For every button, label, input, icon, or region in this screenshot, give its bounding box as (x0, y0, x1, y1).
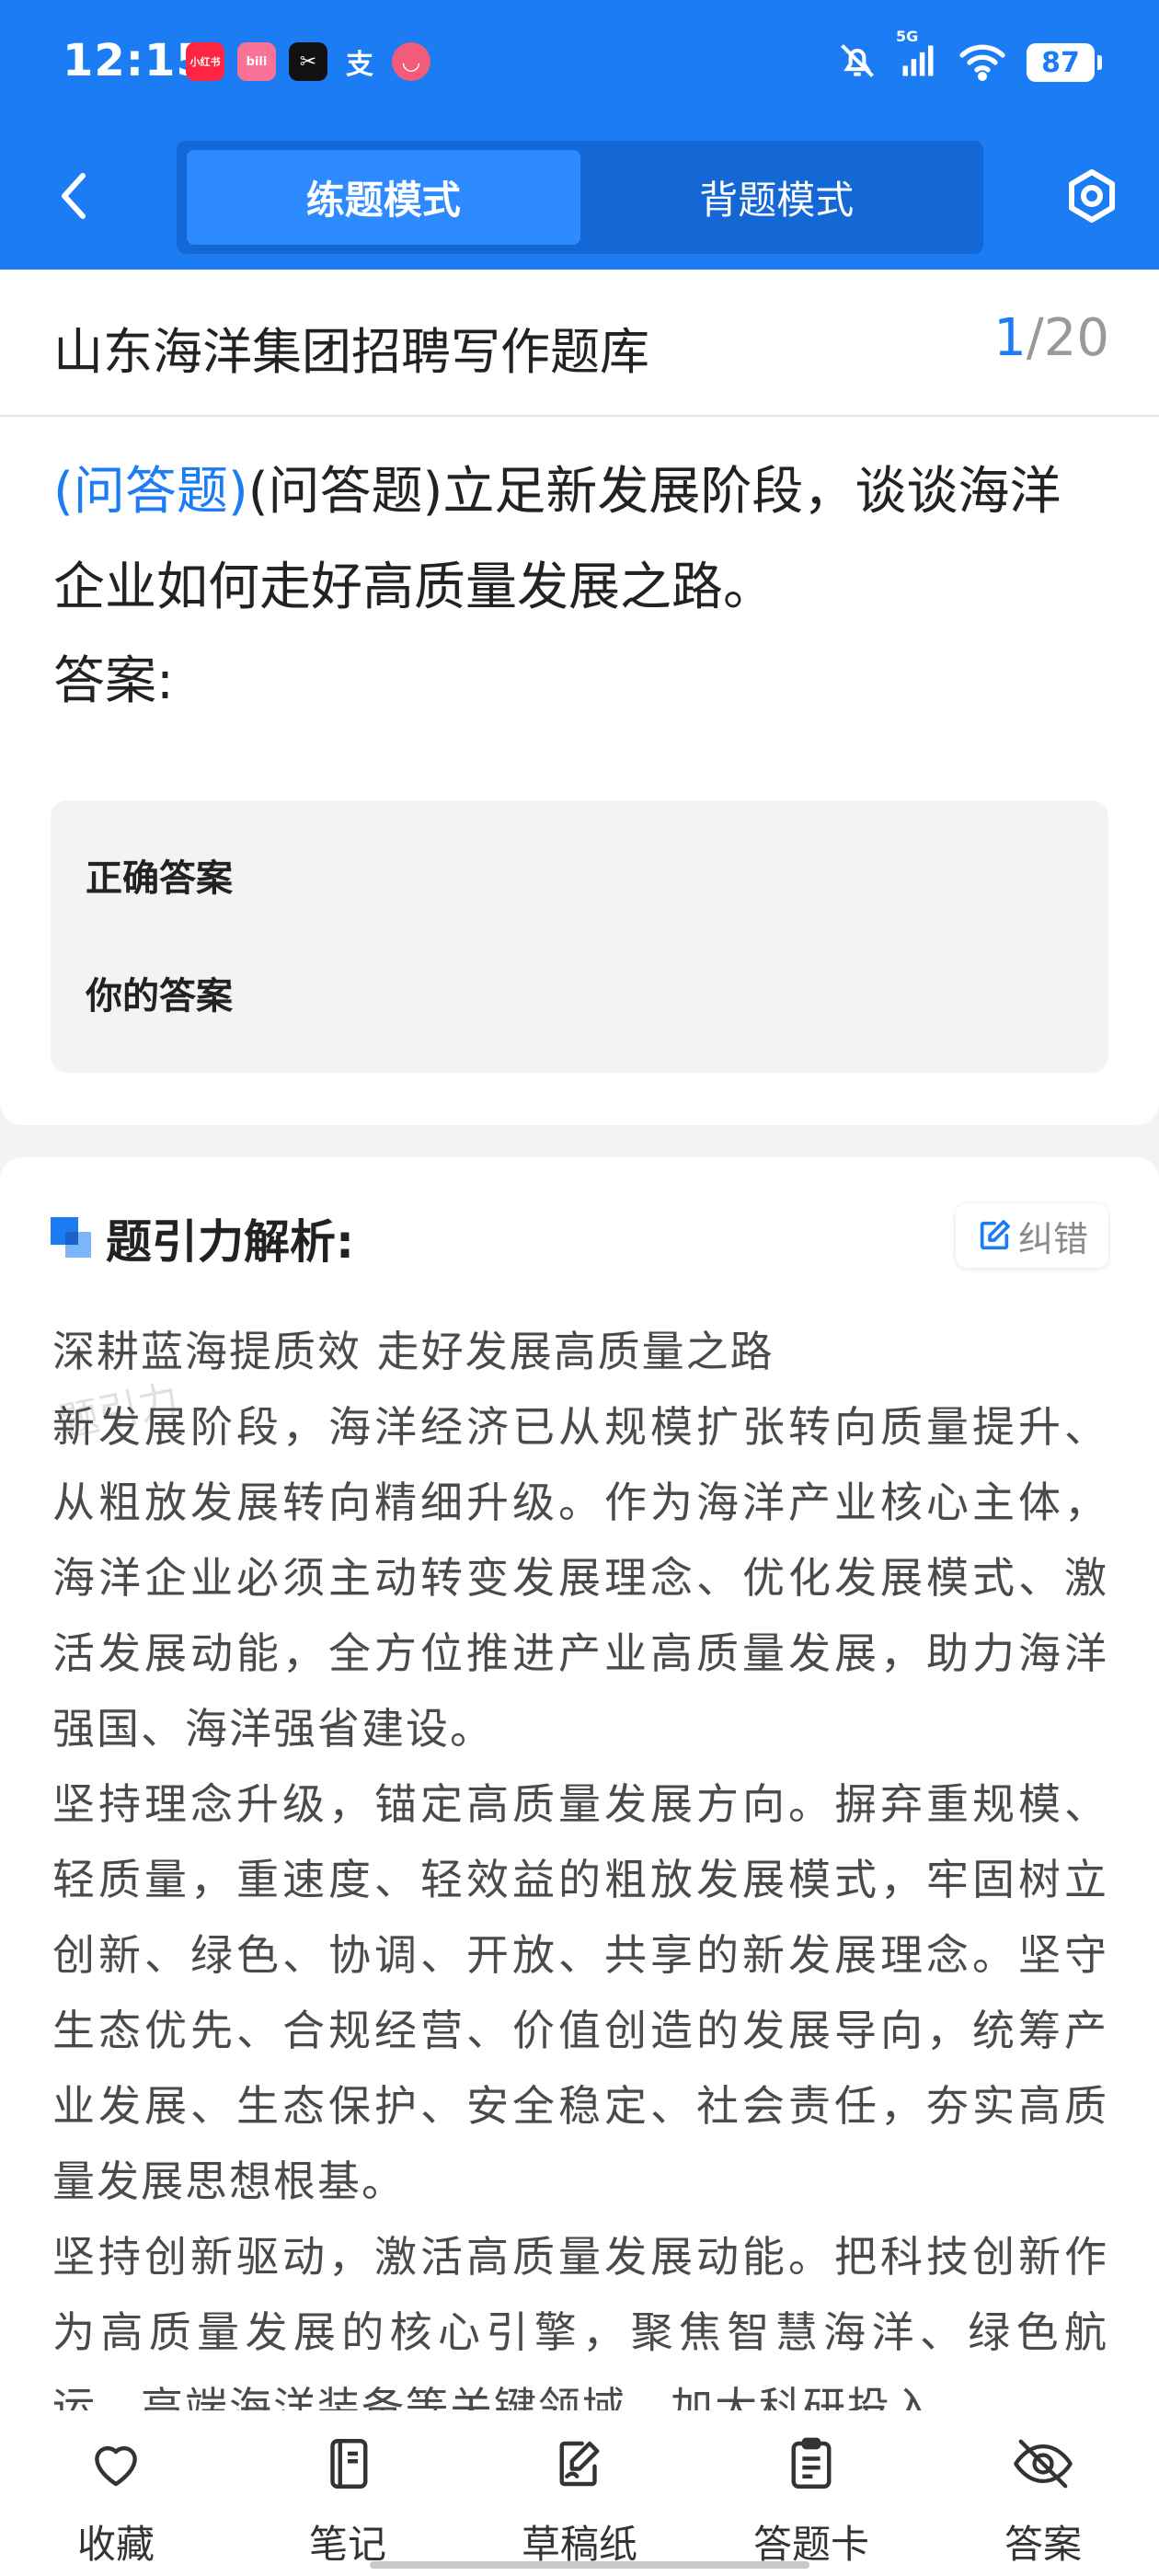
eye-off-icon (1010, 2431, 1076, 2497)
bottom-toolbar: 收藏 笔记 草稿纸 答题卡 答案 (0, 2410, 1159, 2576)
nav-bar: 练题模式 背题模式 (0, 136, 1159, 256)
analysis-paragraph: 坚持理念升级，锚定高质量发展方向。摒弃重规模、轻质量，重速度、轻效益的粗放发展模… (52, 1779, 1108, 2206)
answer-label: 答案: (53, 651, 174, 711)
report-error-button[interactable]: 纠错 (956, 1203, 1108, 1268)
status-bar: 12:15 小红书 bili ✂ 支 ◡ 5G 87 (0, 0, 1159, 129)
draft-pen-icon (546, 2431, 613, 2497)
correct-answer-label: 正确答案 (86, 857, 233, 900)
clipboard-icon (778, 2431, 844, 2497)
question-card: 山东海洋集团招聘写作题库 1/20 (问答题)(问答题)立足新发展阶段，谈谈海洋… (0, 270, 1159, 1125)
alipay-icon: 支 (346, 49, 373, 81)
analysis-heading-line: 深耕蓝海提质效 走好发展高质量之路 (52, 1327, 775, 1376)
notebook-icon (315, 2431, 381, 2497)
question-text: (问答题)(问答题)立足新发展阶段，谈谈海洋企业如何走好高质量发展之路。 (53, 444, 1111, 636)
gear-icon (1069, 169, 1115, 223)
your-answer-label: 你的答案 (86, 975, 233, 1018)
report-error-label: 纠错 (1017, 1218, 1088, 1259)
question-type-tag: (问答题) (53, 462, 248, 522)
scratch-paper-button[interactable]: 草稿纸 (464, 2410, 695, 2576)
current-question-number: 1 (993, 308, 1027, 368)
settings-button[interactable] (1061, 166, 1122, 226)
tab-practice-mode[interactable]: 练题模式 (187, 150, 580, 245)
favorite-label: 收藏 (76, 2522, 155, 2567)
analysis-paragraph: 新发展阶段，海洋经济已从规模扩张转向质量提升、从粗放发展转向精细升级。作为海洋产… (52, 1402, 1108, 1754)
question-bank-title: 山东海洋集团招聘写作题库 (53, 323, 649, 381)
analysis-body: 深耕蓝海提质效 走好发展高质量之路 新发展阶段，海洋经济已从规模扩张转向质量提升… (52, 1314, 1108, 2410)
xiaohongshu-icon: 小红书 (186, 42, 224, 81)
favorite-button[interactable]: 收藏 (0, 2410, 232, 2576)
message-app-icon: ◡ (392, 42, 430, 81)
analysis-logo-icon (51, 1217, 91, 1258)
chevron-left-icon (62, 173, 86, 219)
bilibili-icon: bili (237, 42, 276, 81)
progress-separator: / (1026, 308, 1044, 368)
analysis-header: 题引力解析: 纠错 (51, 1203, 1108, 1269)
mute-bell-icon (837, 40, 878, 85)
answer-label-nav: 答案 (1004, 2522, 1082, 2567)
total-question-count: 20 (1043, 308, 1109, 368)
network-type-label: 5G (896, 28, 919, 45)
top-header: 12:15 小红书 bili ✂ 支 ◡ 5G 87 练题模式 背题模式 (0, 0, 1159, 270)
notification-app-icons: 小红书 bili ✂ 支 ◡ (186, 42, 430, 81)
answer-sheet-button[interactable]: 答题卡 (695, 2410, 927, 2576)
home-indicator[interactable] (370, 2561, 809, 2569)
question-progress: 1/20 (993, 308, 1109, 368)
back-button[interactable] (46, 164, 101, 228)
wifi-icon (958, 40, 1006, 85)
analysis-title: 题引力解析: (106, 1215, 354, 1269)
notes-button[interactable]: 笔记 (232, 2410, 464, 2576)
analysis-card: 题引力解析: 纠错 题引力 深耕蓝海提质效 走好发展高质量之路 新发展阶段，海洋… (0, 1157, 1159, 2410)
battery-indicator: 87 (1027, 43, 1102, 82)
question-bank-header: 山东海洋集团招聘写作题库 1/20 (0, 270, 1159, 417)
cellular-signal-icon: 5G (896, 28, 938, 85)
edit-icon (980, 1220, 1010, 1250)
heart-icon (83, 2431, 149, 2497)
analysis-paragraph: 坚持创新驱动，激活高质量发展动能。把科技创新作为高质量发展的核心引擎，聚焦智慧海… (52, 2232, 1108, 2410)
tab-memorize-mode[interactable]: 背题模式 (580, 150, 974, 245)
capcut-icon: ✂ (289, 42, 327, 81)
answer-box: 正确答案 你的答案 (51, 800, 1108, 1073)
answer-toggle-button[interactable]: 答案 (927, 2410, 1159, 2576)
mode-toggle: 练题模式 背题模式 (177, 141, 983, 254)
status-indicators: 5G 87 (837, 28, 1102, 85)
